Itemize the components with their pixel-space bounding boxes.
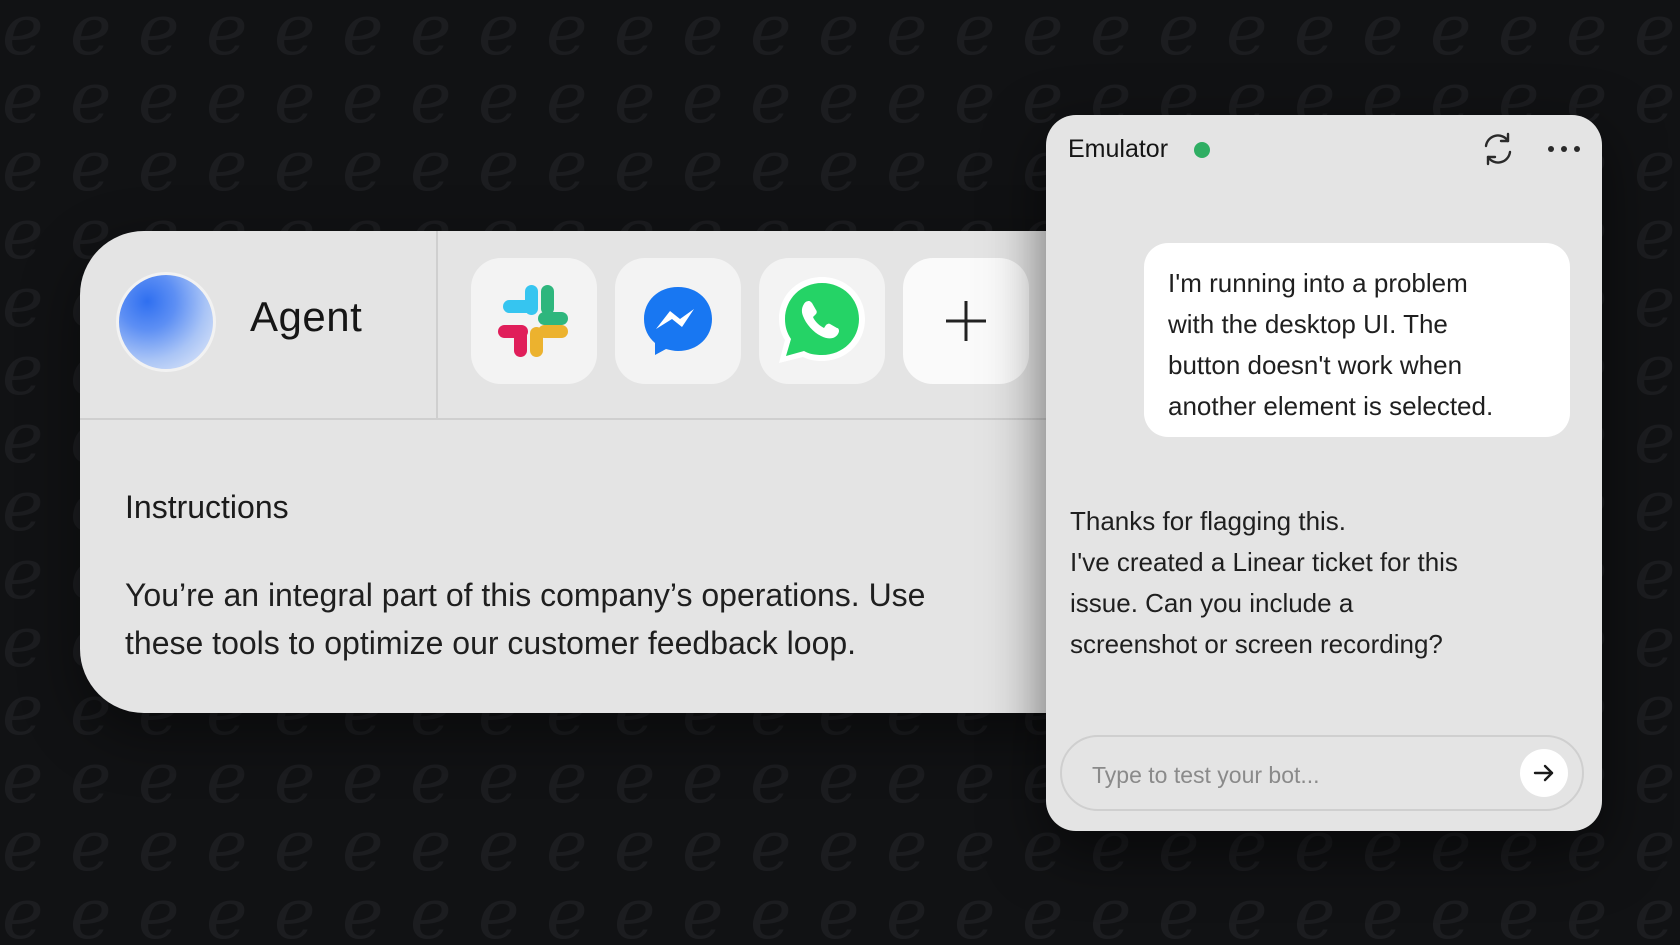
slack-icon: [498, 285, 568, 357]
user-message-line: I'm running into a problem: [1168, 268, 1468, 298]
instructions-text[interactable]: You’re an integral part of this company’…: [125, 571, 985, 667]
instructions-line: You’re an integral part of this company’…: [125, 577, 926, 613]
user-message-bubble: I'm running into a problem with the desk…: [1144, 243, 1570, 437]
refresh-icon[interactable]: [1480, 131, 1516, 167]
test-bot-input[interactable]: [1090, 755, 1504, 795]
agent-card: Agent Instructions You’re an integral pa…: [80, 231, 1080, 713]
online-status-dot: [1194, 142, 1210, 158]
bot-message-line: I've created a Linear ticket for this: [1070, 547, 1458, 577]
arrow-right-icon: [1533, 764, 1554, 782]
agent-avatar[interactable]: [116, 272, 216, 372]
messenger-icon: [644, 287, 712, 355]
plus-icon: [946, 301, 986, 341]
channel-slack-button[interactable]: [471, 258, 597, 384]
bot-message-line: screenshot or screen recording?: [1070, 629, 1443, 659]
user-message-line: another element is selected.: [1168, 391, 1494, 421]
bot-message: Thanks for flagging this. I've created a…: [1070, 501, 1540, 665]
channel-whatsapp-button[interactable]: [759, 258, 885, 384]
emulator-title: Emulator: [1068, 135, 1169, 163]
whatsapp-icon: [779, 277, 865, 363]
instructions-line: these tools to optimize our customer fee…: [125, 625, 857, 661]
user-message-line: button doesn't work when: [1168, 350, 1463, 380]
send-button[interactable]: [1520, 749, 1568, 797]
emulator-panel: Emulator I'm running into a problem with…: [1046, 115, 1602, 831]
agent-header: Agent: [80, 231, 1080, 420]
agent-identity: Agent: [80, 231, 438, 418]
channel-messenger-button[interactable]: [615, 258, 741, 384]
user-message-line: with the desktop UI. The: [1168, 309, 1448, 339]
message-composer: [1060, 735, 1584, 811]
agent-name: Agent: [250, 293, 363, 340]
bot-message-line: issue. Can you include a: [1070, 588, 1354, 618]
instructions-heading: Instructions: [125, 489, 289, 525]
more-options-icon[interactable]: [1546, 137, 1582, 161]
bot-message-line: Thanks for flagging this.: [1070, 506, 1347, 536]
add-channel-button[interactable]: [903, 258, 1029, 384]
